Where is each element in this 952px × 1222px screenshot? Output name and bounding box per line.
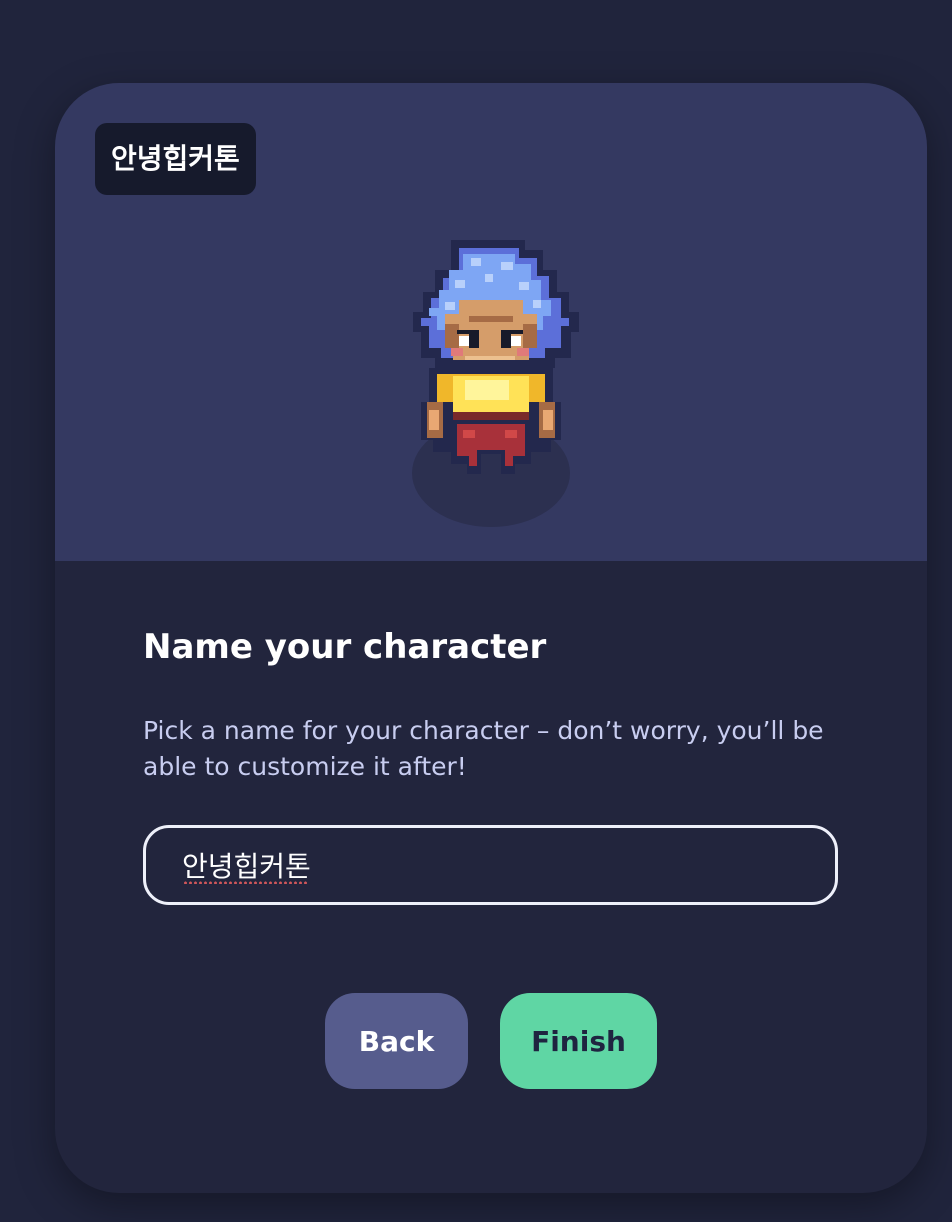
finish-button[interactable]: Finish: [500, 993, 657, 1089]
form-title: Name your character: [143, 627, 547, 667]
pixel-character-avatar-icon: [413, 240, 579, 474]
character-name-tag: 안녕힙커톤: [95, 123, 256, 195]
spellcheck-underline: [183, 881, 309, 884]
form-description: Pick a name for your character – don’t w…: [143, 716, 824, 781]
back-button[interactable]: Back: [325, 993, 468, 1089]
character-name-input[interactable]: [143, 825, 838, 905]
character-preview: 안녕힙커톤: [55, 83, 927, 561]
character-creation-card: 안녕힙커톤 Name your character Pick a name fo…: [55, 83, 927, 1193]
